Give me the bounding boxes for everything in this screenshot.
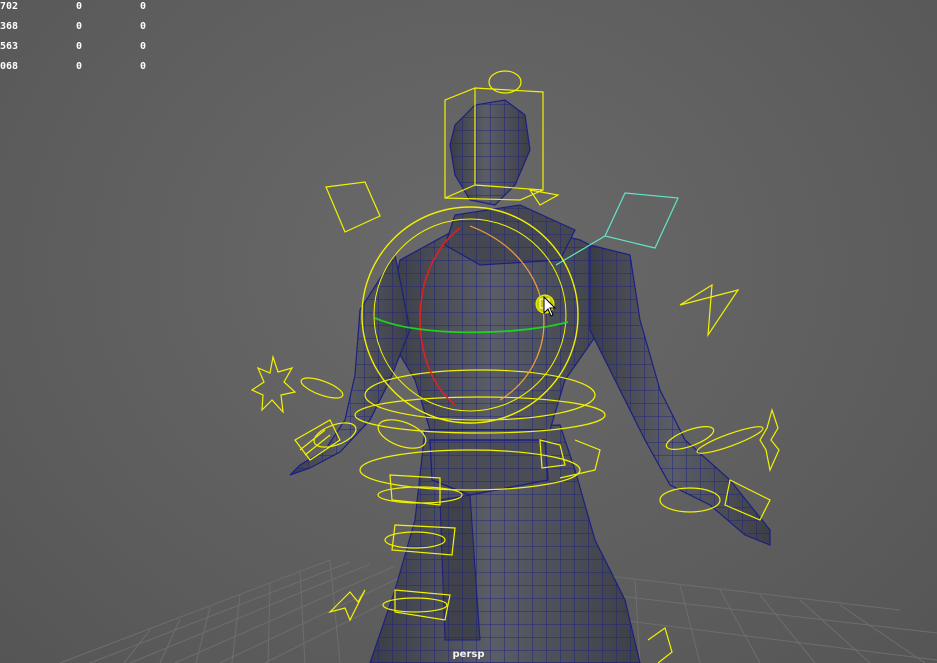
left-elbow-ring[interactable] bbox=[299, 374, 345, 402]
hud-value: 0 bbox=[140, 1, 147, 12]
left-forearm-ring[interactable] bbox=[374, 414, 429, 454]
scene-canvas[interactable] bbox=[0, 0, 937, 663]
right-arm-arrow-control[interactable] bbox=[679, 283, 740, 338]
hud-row: 368 0 0 bbox=[0, 20, 160, 40]
neck-arrow-control[interactable] bbox=[528, 189, 560, 206]
hud-value: 0 bbox=[140, 21, 147, 32]
hud-value: 0 bbox=[76, 41, 83, 52]
hud-row: 702 0 0 bbox=[0, 0, 160, 20]
hud-value: 702 bbox=[0, 1, 19, 12]
right-hand-spike-control[interactable] bbox=[759, 407, 780, 472]
hud-value: 0 bbox=[76, 21, 83, 32]
arrow-cursor-icon bbox=[543, 296, 557, 317]
right-shoulder-control[interactable] bbox=[604, 192, 679, 249]
hud-value: 0 bbox=[140, 61, 147, 72]
hud-value: 0 bbox=[76, 1, 83, 12]
character-mesh[interactable] bbox=[289, 99, 771, 663]
hud-readout: 702 0 0 368 0 0 563 0 0 068 0 0 bbox=[0, 0, 160, 80]
left-hand-spike-control[interactable] bbox=[250, 354, 297, 414]
hud-value: 0 bbox=[76, 61, 83, 72]
hud-value: 368 bbox=[0, 21, 19, 32]
hud-value: 563 bbox=[0, 41, 19, 52]
left-shoulder-control[interactable] bbox=[325, 181, 381, 233]
viewport-persp[interactable]: 702 0 0 368 0 0 563 0 0 068 0 0 persp bbox=[0, 0, 937, 663]
hud-value: 0 bbox=[140, 41, 147, 52]
camera-label: persp bbox=[452, 649, 485, 660]
hud-row: 068 0 0 bbox=[0, 60, 160, 80]
hud-row: 563 0 0 bbox=[0, 40, 160, 60]
hud-value: 068 bbox=[0, 61, 19, 72]
